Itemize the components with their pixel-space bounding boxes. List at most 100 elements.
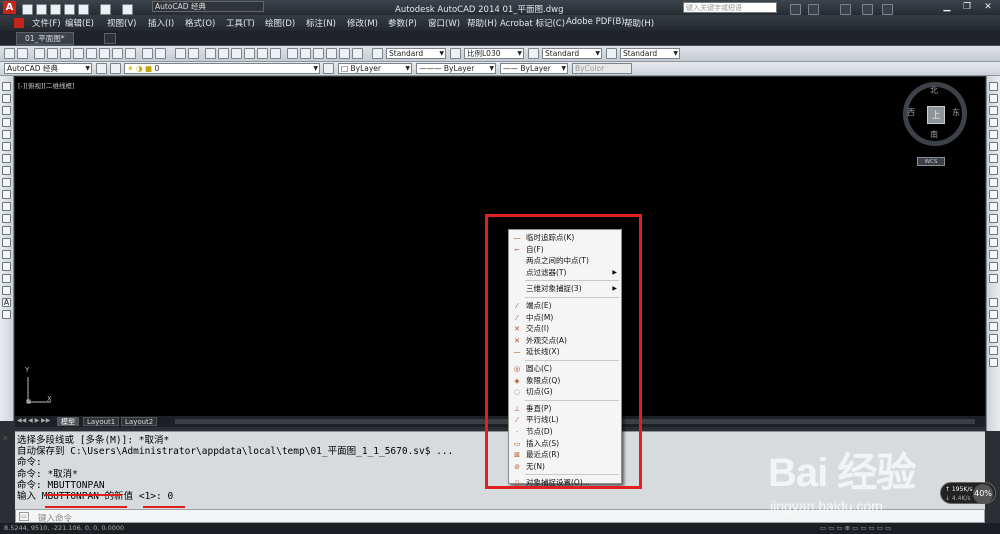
gradient-icon[interactable]	[2, 262, 11, 271]
tool-icon-1[interactable]	[4, 48, 15, 59]
tool-icon-22[interactable]	[300, 48, 311, 59]
menu-help[interactable]: 帮助(H)	[467, 17, 497, 29]
tool-icon-26[interactable]	[352, 48, 363, 59]
snap-tool-icon-2[interactable]	[989, 310, 998, 319]
tab-nav-arrows[interactable]: ◀◀ ◀ ▶ ▶▶	[17, 417, 50, 424]
tool-icon-8[interactable]	[99, 48, 110, 59]
layer-select[interactable]: ☀ ◑ ■ 0 ▼	[124, 63, 320, 74]
erase-icon[interactable]	[989, 82, 998, 91]
minimize-button[interactable]: ▁	[938, 1, 956, 13]
new-icon[interactable]	[22, 4, 33, 15]
tool-icon-18[interactable]	[244, 48, 255, 59]
ellipse-icon[interactable]	[2, 190, 11, 199]
menu-app-icon[interactable]	[14, 18, 24, 28]
chamfer-icon[interactable]	[989, 250, 998, 259]
insert-block-icon[interactable]	[2, 214, 11, 223]
break-icon[interactable]	[989, 226, 998, 235]
circle-icon[interactable]	[2, 154, 11, 163]
ellipse-arc-icon[interactable]	[2, 202, 11, 211]
menu-draw[interactable]: 绘图(D)	[265, 17, 295, 29]
menu-insert[interactable]: 插入(I)	[148, 17, 174, 29]
tool-icon-23[interactable]	[313, 48, 324, 59]
tool-icon-15[interactable]	[205, 48, 216, 59]
tool-icon-10[interactable]	[125, 48, 136, 59]
tab-layout1[interactable]: Layout1	[83, 417, 120, 426]
rotate-icon[interactable]	[989, 154, 998, 163]
tool-icon-3[interactable]	[34, 48, 45, 59]
save-icon[interactable]	[50, 4, 61, 15]
search-input[interactable]: 键入关键字或短语	[683, 2, 777, 13]
menu-file[interactable]: 文件(F)	[32, 17, 61, 29]
workspace-toolbar-select[interactable]: AutoCAD 经典 ▼	[4, 63, 92, 74]
menu-dimension[interactable]: 标注(N)	[306, 17, 336, 29]
arc-icon[interactable]	[2, 142, 11, 151]
construction-line-icon[interactable]	[2, 94, 11, 103]
tool-icon-24[interactable]	[326, 48, 337, 59]
doc-tab[interactable]: 01_平面图*	[16, 32, 74, 45]
make-block-icon[interactable]	[2, 226, 11, 235]
tool-icon-4[interactable]	[47, 48, 58, 59]
plotstyle-select[interactable]: ByColor	[572, 63, 632, 74]
scale-icon[interactable]	[989, 166, 998, 175]
mtext-icon[interactable]: A	[2, 298, 11, 307]
print-icon[interactable]	[78, 4, 89, 15]
close-button[interactable]: ✕	[978, 1, 998, 13]
snap-tool-icon[interactable]	[989, 298, 998, 307]
line-icon[interactable]	[2, 82, 11, 91]
offset-icon[interactable]	[989, 118, 998, 127]
tool-icon-25[interactable]	[339, 48, 350, 59]
fillet-icon[interactable]	[989, 262, 998, 271]
revcloud-icon[interactable]	[2, 166, 11, 175]
lineweight-select[interactable]: —— ByLayer ▼	[500, 63, 568, 74]
binoculars-icon[interactable]	[790, 4, 801, 15]
redo-icon[interactable]	[122, 4, 133, 15]
spline-icon[interactable]	[2, 178, 11, 187]
user-icon[interactable]	[808, 4, 819, 15]
tool-icon-6[interactable]	[73, 48, 84, 59]
compass-west[interactable]: 西	[907, 107, 915, 118]
tool-icon-12[interactable]	[155, 48, 166, 59]
snap-tool-icon-4[interactable]	[989, 334, 998, 343]
trim-icon[interactable]	[989, 190, 998, 199]
menu-adobe-pdf[interactable]: Adobe PDF(B)	[566, 17, 625, 27]
snap-tool-icon-6[interactable]	[989, 358, 998, 367]
tool-icon-14[interactable]	[188, 48, 199, 59]
color-select[interactable]: □ ByLayer ▼	[338, 63, 412, 74]
snap-tool-icon-5[interactable]	[989, 346, 998, 355]
navcube[interactable]: 上 北 南 东 西	[903, 82, 967, 146]
point-icon[interactable]	[2, 238, 11, 247]
copy-icon[interactable]	[989, 94, 998, 103]
add-selected-icon[interactable]	[2, 310, 11, 319]
command-line[interactable]: ▭ 键入命令	[15, 509, 985, 524]
tool-icon-20[interactable]	[270, 48, 281, 59]
polyline-icon[interactable]	[2, 106, 11, 115]
workspace-select[interactable]: AutoCAD 经典	[152, 1, 264, 12]
hatch-icon[interactable]	[2, 250, 11, 259]
tab-model[interactable]: 模型	[57, 417, 79, 426]
new-tab-icon[interactable]	[104, 33, 116, 44]
menu-modify[interactable]: 修改(M)	[347, 17, 378, 29]
layer-properties-icon[interactable]	[110, 63, 121, 74]
saveas-icon[interactable]	[64, 4, 75, 15]
tool-icon-7[interactable]	[86, 48, 97, 59]
menu-parametric[interactable]: 参数(P)	[388, 17, 417, 29]
text-style-select[interactable]: Standard ▼	[386, 48, 446, 59]
extend-icon[interactable]	[989, 202, 998, 211]
tool-icon-21[interactable]	[287, 48, 298, 59]
polygon-icon[interactable]	[2, 118, 11, 127]
tool-icon-5[interactable]	[60, 48, 71, 59]
cart-icon[interactable]	[840, 4, 851, 15]
compass-north[interactable]: 北	[930, 85, 938, 96]
workspace-settings-icon[interactable]	[96, 63, 107, 74]
command-line-icon[interactable]: ▭	[19, 512, 29, 521]
array-icon[interactable]	[989, 130, 998, 139]
menu-tools[interactable]: 工具(T)	[226, 17, 255, 29]
snap-tool-icon-3[interactable]	[989, 322, 998, 331]
make-current-icon[interactable]	[323, 63, 334, 74]
restore-button[interactable]: ❐	[958, 1, 976, 13]
viewport-label[interactable]: [-][俯视][二维线框]	[18, 80, 75, 90]
help-icon[interactable]	[882, 4, 893, 15]
tool-icon-2[interactable]	[17, 48, 28, 59]
app-logo[interactable]: A	[3, 1, 16, 14]
menu-acrobat[interactable]: Acrobat 标记(C)	[500, 17, 565, 29]
